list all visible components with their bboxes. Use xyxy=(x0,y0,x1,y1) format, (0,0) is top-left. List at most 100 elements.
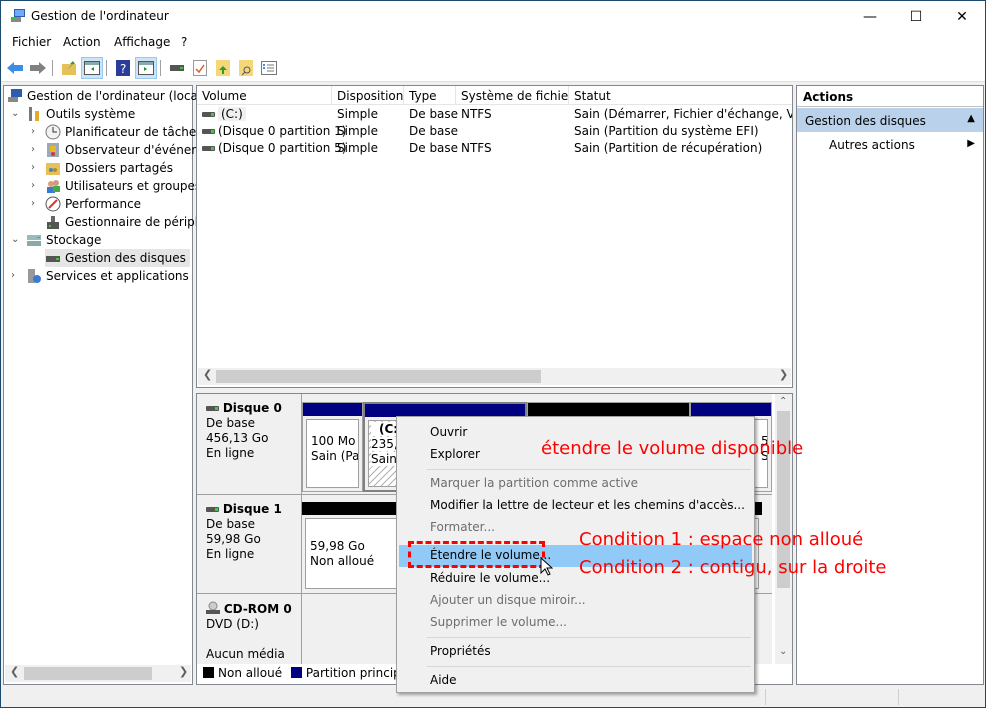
partition-bar xyxy=(303,403,362,416)
device-manager-icon xyxy=(47,216,59,229)
cdrom-0-label[interactable]: CD-ROM 0 DVD (D:) Aucun média xyxy=(197,594,302,664)
menu-separator xyxy=(427,666,751,667)
show-hide-action-pane-button[interactable] xyxy=(135,57,157,79)
menu-bar: Fichier Action Affichage ? xyxy=(1,32,985,54)
computer-management-icon xyxy=(8,89,22,102)
menu-separator xyxy=(427,469,751,470)
toolbar-separator xyxy=(160,60,161,76)
chevron-right-icon[interactable]: › xyxy=(31,180,35,191)
menu-item-aide[interactable]: Aide xyxy=(399,670,752,692)
actions-section-disk-management[interactable]: Gestion des disques ▲ xyxy=(797,108,983,132)
menu-help[interactable]: ? xyxy=(181,35,187,49)
tree-item-planificateur[interactable]: Planificateur de tâches xyxy=(45,123,203,141)
partition-efi[interactable]: 100 MoSain (Par xyxy=(302,402,363,492)
tree-item-gestion-disques[interactable]: Gestion des disques xyxy=(45,249,190,267)
column-header-volume[interactable]: Volume xyxy=(197,86,332,105)
check-button[interactable] xyxy=(189,57,211,79)
properties-button[interactable] xyxy=(258,57,280,79)
tree-horizontal-scrollbar[interactable]: ❮ ❯ xyxy=(5,665,191,682)
menu-item-proprietes[interactable]: Propriétés xyxy=(399,641,752,663)
shared-folder-icon xyxy=(46,163,60,175)
scrollbar-thumb[interactable] xyxy=(216,370,541,383)
column-header-status[interactable]: Statut xyxy=(569,86,792,105)
tree-item-dossiers-partages[interactable]: Dossiers partagés xyxy=(45,159,173,177)
close-button[interactable]: ✕ xyxy=(939,1,985,32)
tree-item-services-applications[interactable]: Services et applications xyxy=(26,267,189,285)
column-header-disposition[interactable]: Disposition xyxy=(332,86,404,105)
column-header-type[interactable]: Type xyxy=(404,86,456,105)
disk-icon xyxy=(206,406,219,411)
annotation-condition-2: Condition 2 : contigu, sur la droite xyxy=(579,557,887,578)
chevron-right-icon[interactable]: › xyxy=(31,198,35,209)
menu-affichage[interactable]: Affichage xyxy=(114,35,170,49)
table-row[interactable]: (Disque 0 partition 5) Simple De base NT… xyxy=(197,140,792,157)
volume-icon xyxy=(202,146,215,151)
action-other-actions[interactable]: Autres actions ▶ xyxy=(797,134,983,156)
annotation-condition-1: Condition 1 : espace non alloué xyxy=(579,529,864,550)
back-button[interactable] xyxy=(4,57,26,79)
disk-0-label[interactable]: Disque 0 De base 456,13 Go En ligne xyxy=(197,394,302,495)
help-button[interactable]: ? xyxy=(112,57,134,79)
chevron-right-icon[interactable]: › xyxy=(31,162,35,173)
chevron-right-icon[interactable]: › xyxy=(31,144,35,155)
disk-1-label[interactable]: Disque 1 De base 59,98 Go En ligne xyxy=(197,495,302,594)
users-icon xyxy=(47,180,60,193)
chevron-down-icon[interactable]: ⌄ xyxy=(11,108,19,119)
menu-item-supprimer-volume: Supprimer le volume... xyxy=(430,615,567,629)
chevron-right-icon[interactable]: › xyxy=(11,270,15,281)
title-bar: Gestion de l'ordinateur — ☐ ✕ xyxy=(1,1,985,32)
show-hide-tree-button[interactable] xyxy=(81,57,103,79)
menu-fichier[interactable]: Fichier xyxy=(12,35,51,49)
table-row[interactable]: (C:) Simple De base NTFS Sain (Démarrer,… xyxy=(197,106,792,123)
forward-button[interactable] xyxy=(27,57,49,79)
status-divider xyxy=(765,689,766,705)
scroll-right-icon[interactable]: ❯ xyxy=(779,368,788,381)
minimize-button[interactable]: — xyxy=(847,1,893,32)
actions-pane: Actions Gestion des disques ▲ Autres act… xyxy=(796,85,984,685)
export-button[interactable] xyxy=(212,57,234,79)
up-level-button[interactable] xyxy=(58,57,80,79)
connect-button[interactable] xyxy=(166,57,188,79)
mouse-cursor-icon xyxy=(540,557,553,576)
legend-item-unallocated: Non alloué xyxy=(203,666,282,680)
list-header: Volume Disposition Type Système de fichi… xyxy=(197,86,792,105)
maximize-button[interactable]: ☐ xyxy=(893,1,939,32)
storage-icon xyxy=(27,235,41,246)
list-horizontal-scrollbar[interactable]: ❮ ❯ xyxy=(198,368,791,385)
column-header-file-system[interactable]: Système de fichiers xyxy=(456,86,569,105)
partition-bar xyxy=(528,403,689,416)
menu-action[interactable]: Action xyxy=(63,35,101,49)
scroll-up-icon[interactable]: ⌃ xyxy=(779,396,787,407)
menu-item-modifier-lettre[interactable]: Modifier la lettre de lecteur et les che… xyxy=(399,495,752,517)
show-hide-console-tree-icon xyxy=(84,61,100,75)
actions-header: Actions xyxy=(797,86,983,107)
scroll-down-icon[interactable]: ⌄ xyxy=(779,646,787,657)
status-divider xyxy=(898,689,899,705)
scroll-left-icon[interactable]: ❮ xyxy=(10,665,19,678)
scrollbar-thumb[interactable] xyxy=(24,667,152,680)
find-button[interactable] xyxy=(235,57,257,79)
tree-root-label: Gestion de l'ordinateur (local) xyxy=(27,89,206,103)
clock-icon xyxy=(45,124,61,140)
scroll-right-icon[interactable]: ❯ xyxy=(179,665,188,678)
chevron-down-icon[interactable]: ⌄ xyxy=(11,234,19,245)
chevron-right-icon[interactable]: › xyxy=(31,126,35,137)
tree-item-performance[interactable]: Performance xyxy=(45,195,141,213)
tree-root[interactable]: Gestion de l'ordinateur (local) xyxy=(7,87,206,105)
annotation-heading: étendre le volume disponible xyxy=(541,438,804,459)
table-row[interactable]: (Disque 0 partition 1) Simple De base Sa… xyxy=(197,123,792,140)
check-icon xyxy=(193,60,207,76)
tree-item-outils-systeme[interactable]: Outils système xyxy=(26,105,135,123)
disk-icon xyxy=(206,507,219,512)
minimize-icon: — xyxy=(863,8,877,25)
submenu-arrow-icon: ▶ xyxy=(967,138,975,149)
highlight-annotation-box xyxy=(408,541,545,568)
folder-search-icon xyxy=(239,60,253,76)
properties-list-icon xyxy=(261,61,277,75)
volume-icon xyxy=(202,129,215,134)
collapse-up-icon[interactable]: ▲ xyxy=(967,113,975,124)
tree-item-stockage[interactable]: Stockage xyxy=(26,231,101,249)
menu-item-ajouter-miroir: Ajouter un disque miroir... xyxy=(430,593,586,607)
scroll-left-icon[interactable]: ❮ xyxy=(203,368,212,381)
menu-separator xyxy=(427,637,751,638)
